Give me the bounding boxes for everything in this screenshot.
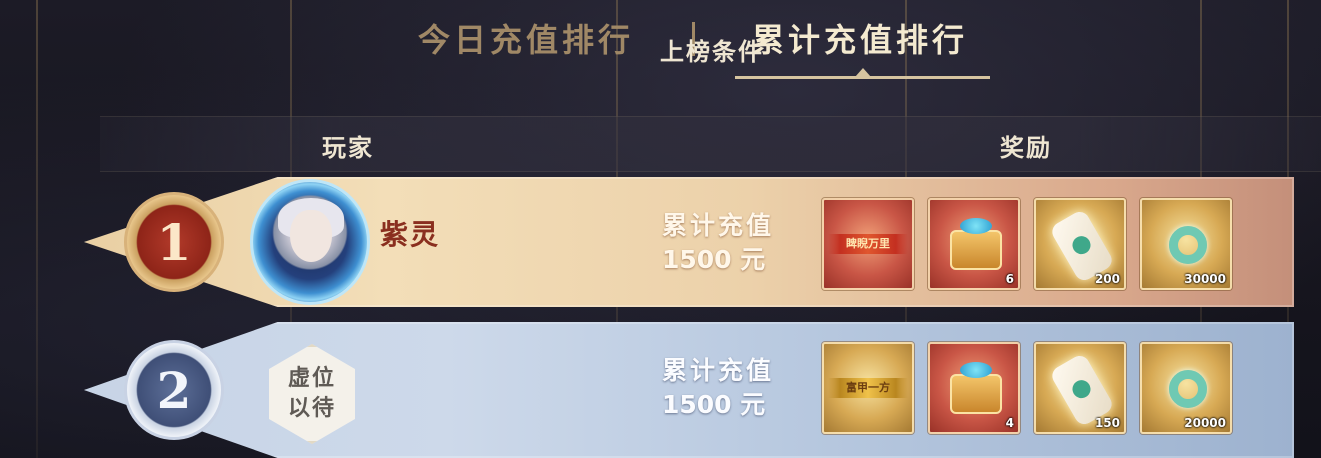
column-header-reward: 奖励 [1000,134,1052,162]
title-banner: 富甲一方 [828,378,908,398]
ranking-screen: 今日充值排行 累计充值排行 玩家 上榜条件 奖励 1 紫灵 累计充值 1500 … [0,0,1321,458]
reward-count: 6 [1005,272,1014,286]
condition-label: 累计充值 [662,356,775,385]
reward-jade-scroll[interactable]: 150 [1034,342,1126,434]
rank-condition: 累计充值 1500 元 [662,354,774,422]
jade-ring-icon [1169,226,1207,264]
reward-jade-ring[interactable]: 20000 [1140,342,1232,434]
active-tab-marker [855,68,871,77]
player-avatar[interactable] [250,179,370,305]
column-header-player: 玩家 [322,134,374,162]
reward-title-card[interactable]: 睥睨万里 [822,198,914,290]
reward-count: 30000 [1184,272,1226,286]
column-header-condition: 上榜条件 [660,38,764,66]
rank-medal-icon: 2 [124,340,224,440]
rank-row-2: 2 虚位 以待 累计充值 1500 元 富甲一方 4 150 20000 [84,322,1294,458]
condition-label: 累计充值 [662,211,775,240]
rank-row-1: 1 紫灵 累计充值 1500 元 睥睨万里 6 200 30000 [84,177,1294,307]
treasure-chest-icon [950,362,1002,414]
condition-amount: 1500 元 [662,390,766,419]
reward-jade-ring[interactable]: 30000 [1140,198,1232,290]
rank-medal-icon: 1 [124,192,224,292]
reward-jade-scroll[interactable]: 200 [1034,198,1126,290]
jade-ring-icon [1169,370,1207,408]
tab-daily-recharge[interactable]: 今日充值排行 [418,18,634,62]
reward-treasure-chest[interactable]: 6 [928,198,1020,290]
vacant-text-line: 虚位 [287,366,336,391]
table-header [100,116,1321,172]
rank-condition: 累计充值 1500 元 [662,209,774,277]
reward-count: 150 [1094,416,1120,430]
reward-count: 200 [1094,272,1120,286]
avatar-face [290,210,332,262]
condition-amount: 1500 元 [662,245,766,274]
reward-count: 4 [1005,416,1014,430]
reward-count: 20000 [1184,416,1226,430]
tab-total-recharge[interactable]: 累计充值排行 [752,18,968,62]
title-banner: 睥睨万里 [828,234,908,254]
reward-treasure-chest[interactable]: 4 [928,342,1020,434]
vacant-text-line: 以待 [287,396,336,421]
player-name: 紫灵 [380,218,441,251]
treasure-chest-icon [950,218,1002,270]
reward-title-card[interactable]: 富甲一方 [822,342,914,434]
